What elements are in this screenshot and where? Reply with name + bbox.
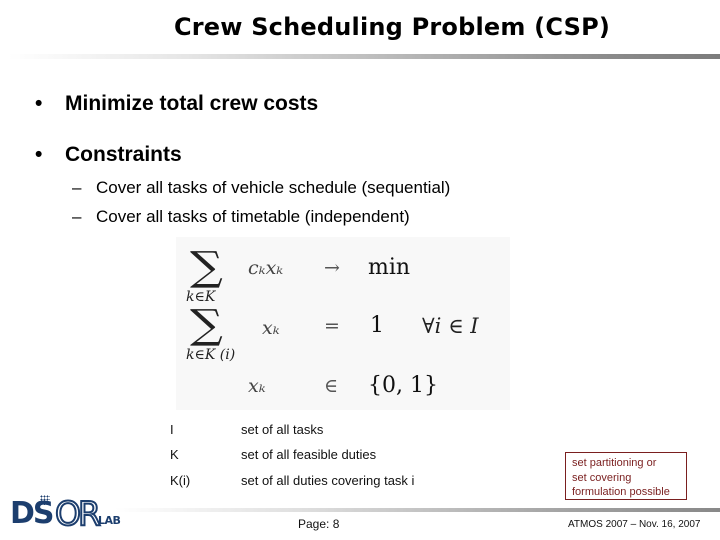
cover-condition: ∀i ∈ I xyxy=(422,314,479,338)
logo-dot-grid-icon xyxy=(40,495,50,505)
sum-index: k∈K (i) xyxy=(186,347,236,363)
legend-symbol: K(i) xyxy=(170,473,191,488)
legend-description: set of all duties covering task i xyxy=(241,473,415,488)
cover-rhs: 1 xyxy=(370,313,384,338)
legend-symbol: K xyxy=(170,447,179,462)
binary-set: {0, 1} xyxy=(368,373,438,398)
bullet-text: Constraints xyxy=(65,143,182,166)
sub-bullet-marker: – xyxy=(72,207,82,226)
footer-divider xyxy=(115,508,720,512)
legend-symbol: I xyxy=(170,422,174,437)
conference-date: ATMOS 2007 – Nov. 16, 2007 xyxy=(568,519,701,530)
bullet-text: Minimize total crew costs xyxy=(65,92,319,115)
legend-description: set of all feasible duties xyxy=(241,447,377,462)
cover-equals: = xyxy=(324,315,340,337)
sum-symbol: ∑ xyxy=(190,302,223,348)
logo-lab: LAB xyxy=(98,514,121,527)
formulation-note-box: set partitioning or set covering formula… xyxy=(565,452,687,500)
objective-min: min xyxy=(368,255,411,280)
legend-description: set of all tasks xyxy=(241,422,324,437)
note-line: formulation possible xyxy=(572,486,670,498)
formula-objective-row: ∑ k∈K cₖxₖ → min xyxy=(176,244,510,305)
page-number: Page: 8 xyxy=(298,517,340,531)
bullet-marker: • xyxy=(35,143,43,166)
sub-bullet-text: Cover all tasks of timetable (independen… xyxy=(96,207,410,226)
title-divider xyxy=(8,54,720,59)
binary-term: xₖ xyxy=(248,375,266,397)
formula-cover-row: ∑ k∈K (i) xₖ = 1 ∀i ∈ I xyxy=(176,302,510,363)
objective-arrow: → xyxy=(324,257,340,279)
cover-term: xₖ xyxy=(262,317,280,339)
formula-image: ∑ k∈K cₖxₖ → min ∑ k∈K (i) xₖ = 1 ∀i ∈ I… xyxy=(176,237,510,410)
note-line: set covering xyxy=(572,471,632,484)
sub-bullet-marker: – xyxy=(72,178,82,197)
logo-or: OR xyxy=(54,494,102,533)
note-line: set partitioning or xyxy=(572,457,657,469)
formula-binary-row: xₖ ∈ {0, 1} xyxy=(176,365,510,421)
sum-symbol: ∑ xyxy=(190,244,223,290)
slide-title: Crew Scheduling Problem (CSP) xyxy=(173,13,611,41)
objective-term: cₖxₖ xyxy=(248,257,284,279)
sub-bullet-text: Cover all tasks of vehicle schedule (seq… xyxy=(96,178,451,197)
binary-element-of: ∈ xyxy=(324,375,339,397)
bullet-marker: • xyxy=(35,92,43,115)
dsor-lab-logo: DS OR LAB xyxy=(10,494,121,533)
